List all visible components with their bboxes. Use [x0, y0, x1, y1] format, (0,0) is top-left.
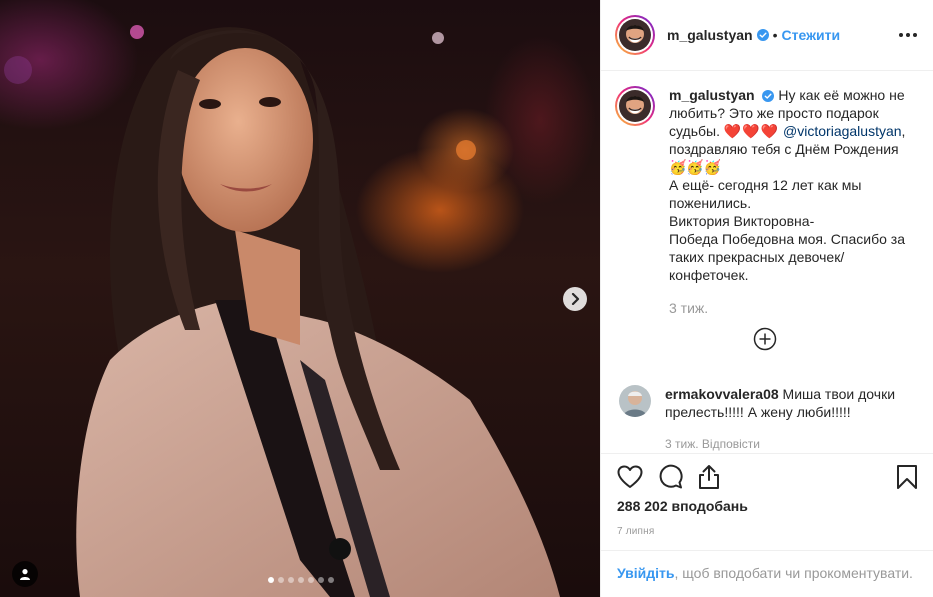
carousel-dot: [308, 577, 314, 583]
likes-count[interactable]: 288 202 вподобань: [617, 498, 918, 514]
post-photo: [4, 25, 560, 597]
verified-badge-icon: [756, 29, 769, 41]
follow-button[interactable]: Стежити: [782, 27, 841, 43]
post-header: m_galustyan • Стежити: [601, 0, 933, 71]
load-more-comments-button[interactable]: [753, 327, 777, 351]
post-sidebar: m_galustyan • Стежити m_galustyan Ну как…: [600, 0, 933, 597]
caption-line: Победа Победовна моя. Спасибо за таких п…: [669, 231, 905, 283]
caption-mention-link[interactable]: @victoriagalustyan: [783, 123, 902, 139]
bookmark-icon: [897, 465, 917, 489]
caption-timestamp[interactable]: 3 тиж.: [669, 299, 918, 317]
heart-icon: [617, 465, 643, 488]
login-link[interactable]: Увійдіть: [617, 565, 675, 581]
more-horizontal-icon: [899, 33, 903, 37]
caption-line: Виктория Викторовна-: [669, 213, 815, 229]
caption-author-avatar[interactable]: [615, 86, 655, 126]
commenter-avatar[interactable]: [619, 385, 651, 417]
post-date[interactable]: 7 липня: [617, 526, 918, 537]
caption-username[interactable]: m_galustyan: [669, 87, 755, 103]
author-username[interactable]: m_galustyan: [667, 27, 753, 43]
share-icon: [699, 465, 719, 489]
verified-badge-icon: [762, 90, 775, 103]
comment-meta[interactable]: 3 тиж. Відповісти: [665, 435, 915, 453]
carousel-dot: [278, 577, 284, 583]
comment-icon: [659, 464, 683, 489]
carousel-dot: [298, 577, 304, 583]
user-tag-icon: [20, 569, 30, 580]
author-avatar[interactable]: [615, 15, 655, 55]
user-tags-button[interactable]: [12, 561, 38, 587]
chevron-right-icon: [571, 293, 580, 305]
hearts-emoji: ❤️❤️❤️: [723, 123, 780, 139]
carousel-indicator: [268, 577, 334, 583]
separator-dot: •: [772, 27, 778, 43]
carousel-next-button[interactable]: [563, 287, 587, 311]
comment-text: ermakovvalera08 Миша твои дочки прелесть…: [665, 385, 915, 453]
login-prompt: Увійдіть, щоб вподобати чи прокоментуват…: [601, 550, 933, 597]
carousel-dot: [328, 577, 334, 583]
author-avatar-image: [619, 19, 651, 51]
login-prompt-text: , щоб вподобати чи прокоментувати.: [674, 565, 913, 581]
caption-avatar-image: [619, 90, 651, 122]
carousel-dot: [288, 577, 294, 583]
save-button[interactable]: [896, 464, 918, 490]
post-actions: 288 202 вподобань 7 липня: [601, 453, 933, 537]
commenter-username[interactable]: ermakovvalera08: [665, 386, 779, 402]
comment-button[interactable]: [657, 464, 683, 490]
post-media[interactable]: [0, 0, 600, 597]
party-emoji: 🥳🥳🥳: [669, 159, 722, 175]
more-options-button[interactable]: [899, 33, 917, 37]
comments-section[interactable]: m_galustyan Ну как её можно не любить? Э…: [601, 72, 933, 453]
plus-circle-icon: [753, 327, 777, 351]
like-button[interactable]: [617, 465, 643, 489]
caption-line: А ещё- сегодня 12 лет как мы поженились.: [669, 177, 862, 211]
carousel-dot: [318, 577, 324, 583]
post-caption: m_galustyan Ну как её можно не любить? Э…: [615, 86, 918, 317]
action-icons-row: [617, 454, 918, 496]
carousel-dot: [268, 577, 274, 583]
caption-text: m_galustyan Ну как её можно не любить? Э…: [669, 86, 918, 317]
comment-item: ermakovvalera08 Миша твои дочки прелесть…: [615, 385, 918, 453]
share-button[interactable]: [697, 464, 721, 490]
